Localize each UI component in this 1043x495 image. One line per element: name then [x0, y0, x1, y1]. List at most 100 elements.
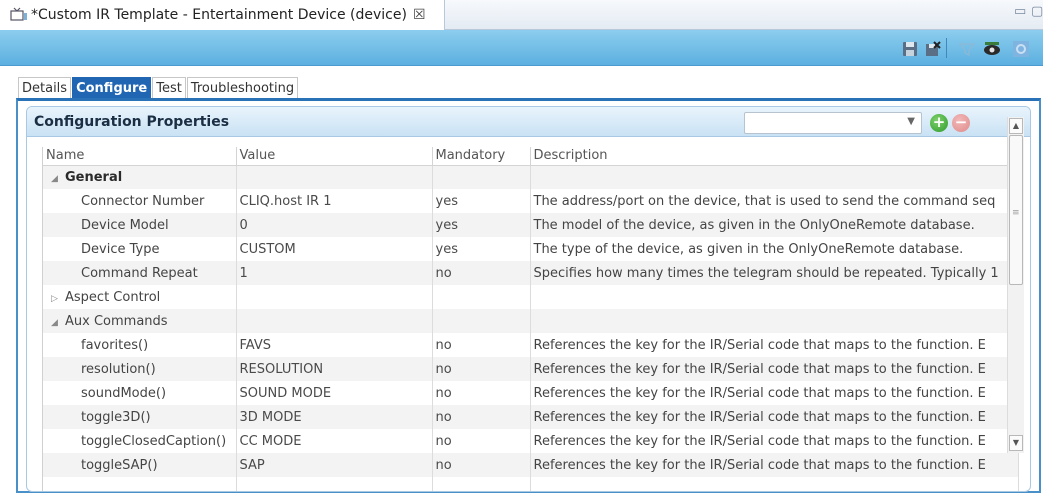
- property-mandatory-cell: [432, 285, 531, 309]
- scrollbar-grip-icon: ≡: [1012, 208, 1020, 218]
- remove-property-button[interactable]: −: [952, 114, 970, 132]
- table-row[interactable]: Device Model 0 yes The model of the device,…: [43, 213, 1019, 237]
- vertical-scrollbar[interactable]: ▲ ≡ ▼: [1007, 117, 1024, 453]
- preview-icon[interactable]: [983, 40, 1001, 58]
- property-name-cell: ◢ General: [43, 165, 237, 189]
- collapse-icon[interactable]: ◢: [51, 174, 59, 184]
- property-name-cell: Device Model: [43, 213, 237, 237]
- property-filter-combo[interactable]: ▼: [744, 112, 922, 134]
- property-value-cell[interactable]: [236, 477, 433, 491]
- property-description-cell: [530, 165, 1019, 189]
- table-row[interactable]: resolution() RESOLUTION no References the k…: [43, 357, 1019, 381]
- table-row[interactable]: Connector Number CLIQ.host IR 1 yes The add…: [43, 189, 1019, 213]
- property-description-cell: References the key for the IR/Serial cod…: [530, 429, 1019, 453]
- expand-icon[interactable]: ▷: [51, 294, 59, 304]
- property-name-cell: ◢ Aux Commands: [43, 309, 237, 333]
- table-row[interactable]: toggleSAP() SAP no References the key for t…: [43, 453, 1019, 477]
- panel-title: Configuration Properties: [34, 114, 230, 130]
- editor-toolbar: [0, 30, 1043, 66]
- property-mandatory-cell: yes: [432, 237, 531, 261]
- table-group-row[interactable]: ◢ Aux Commands: [43, 309, 1019, 333]
- table-row[interactable]: Device Type CUSTOM yes The type of the devi…: [43, 237, 1019, 261]
- property-description-cell: References the key for the IR/Serial cod…: [530, 453, 1019, 477]
- property-mandatory-cell: no: [432, 261, 531, 285]
- column-header-mandatory[interactable]: Mandatory: [432, 147, 531, 166]
- table-group-row[interactable]: ◢ General: [43, 165, 1019, 189]
- scrollbar-thumb[interactable]: ≡: [1009, 135, 1023, 285]
- filter-icon[interactable]: [958, 40, 976, 58]
- property-value-cell[interactable]: CUSTOM: [236, 237, 433, 261]
- save-icon[interactable]: [901, 40, 919, 58]
- property-value-cell[interactable]: SOUND MODE: [236, 381, 433, 405]
- property-mandatory-cell: [432, 165, 531, 189]
- property-value-cell[interactable]: [236, 165, 433, 189]
- chevron-down-icon[interactable]: ▼: [907, 116, 915, 127]
- settings-icon[interactable]: [1012, 40, 1030, 58]
- property-name: Aspect Control: [65, 289, 161, 305]
- close-tab-icon[interactable]: ☒: [413, 7, 426, 23]
- property-name-cell: toggleClosedCaption(): [43, 429, 237, 453]
- configure-frame: Configuration Properties ▼ + − Name Valu…: [16, 98, 1041, 493]
- property-value-cell[interactable]: 0: [236, 213, 433, 237]
- property-value-cell[interactable]: 1: [236, 261, 433, 285]
- property-mandatory-cell: no: [432, 405, 531, 429]
- property-description-cell: References the key for the IR/Serial cod…: [530, 357, 1019, 381]
- property-description-cell: References the key for the IR/Serial cod…: [530, 333, 1019, 357]
- table-row[interactable]: toggle3D() 3D MODE no References the key fo…: [43, 405, 1019, 429]
- tab-test[interactable]: Test: [152, 77, 186, 99]
- table-row[interactable]: [43, 477, 1019, 491]
- table-group-row[interactable]: ▷ Aspect Control: [43, 285, 1019, 309]
- property-description-cell: References the key for the IR/Serial cod…: [530, 381, 1019, 405]
- property-description-cell: Specifies how many times the telegram sh…: [530, 261, 1019, 285]
- device-template-icon: [10, 7, 28, 23]
- property-description-cell: References the key for the IR/Serial cod…: [530, 405, 1019, 429]
- property-name: Aux Commands: [65, 313, 168, 329]
- property-mandatory-cell: no: [432, 333, 531, 357]
- add-property-button[interactable]: +: [930, 114, 948, 132]
- table-row[interactable]: favorites() FAVS no References the key for …: [43, 333, 1019, 357]
- tab-configure[interactable]: Configure: [72, 77, 152, 99]
- tab-details[interactable]: Details: [18, 77, 72, 99]
- property-description-cell: The model of the device, as given in the…: [530, 213, 1019, 237]
- column-header-name[interactable]: Name: [43, 147, 237, 166]
- property-name-cell: Command Repeat: [43, 261, 237, 285]
- property-name-cell: favorites(): [43, 333, 237, 357]
- maximize-icon[interactable]: ▢: [1031, 4, 1043, 19]
- scroll-up-icon[interactable]: ▲: [1009, 118, 1023, 134]
- table-row[interactable]: Command Repeat 1 no Specifies how many time…: [43, 261, 1019, 285]
- tab-troubleshooting[interactable]: Troubleshooting: [186, 77, 299, 99]
- scroll-down-icon[interactable]: ▼: [1009, 435, 1023, 451]
- property-value-cell[interactable]: 3D MODE: [236, 405, 433, 429]
- property-description-cell: The type of the device, as given in the …: [530, 237, 1019, 261]
- property-name: Connector Number: [81, 193, 205, 209]
- property-mandatory-cell: [432, 309, 531, 333]
- table-row[interactable]: toggleClosedCaption() CC MODE no References…: [43, 429, 1019, 453]
- property-value-cell[interactable]: FAVS: [236, 333, 433, 357]
- property-value-cell[interactable]: [236, 309, 433, 333]
- property-description-cell: [530, 477, 1019, 491]
- column-header-value[interactable]: Value: [236, 147, 433, 166]
- property-mandatory-cell: [432, 477, 531, 491]
- property-name: Command Repeat: [81, 265, 198, 281]
- property-mandatory-cell: no: [432, 357, 531, 381]
- collapse-icon[interactable]: ◢: [51, 318, 59, 328]
- property-value-cell[interactable]: RESOLUTION: [236, 357, 433, 381]
- configuration-properties-panel: Configuration Properties ▼ + − Name Valu…: [26, 106, 1031, 492]
- property-value-cell[interactable]: [236, 285, 433, 309]
- editor-tab-strip: *Custom IR Template - Entertainment Devi…: [0, 0, 1043, 30]
- property-name: Device Model: [81, 217, 169, 233]
- property-description-cell: [530, 285, 1019, 309]
- editor-tab[interactable]: *Custom IR Template - Entertainment Devi…: [0, 0, 445, 30]
- property-name-cell: soundMode(): [43, 381, 237, 405]
- property-description-cell: [530, 309, 1019, 333]
- property-value-cell[interactable]: SAP: [236, 453, 433, 477]
- revert-icon[interactable]: [924, 40, 942, 58]
- property-value-cell[interactable]: CLIQ.host IR 1: [236, 189, 433, 213]
- table-row[interactable]: soundMode() SOUND MODE no References the ke…: [43, 381, 1019, 405]
- column-header-description[interactable]: Description: [530, 147, 1019, 166]
- property-name: General: [65, 169, 123, 185]
- property-value-cell[interactable]: CC MODE: [236, 429, 433, 453]
- property-name: toggleClosedCaption(): [81, 433, 227, 449]
- property-name-cell: toggleSAP(): [43, 453, 237, 477]
- minimize-icon[interactable]: ▭: [1014, 4, 1026, 19]
